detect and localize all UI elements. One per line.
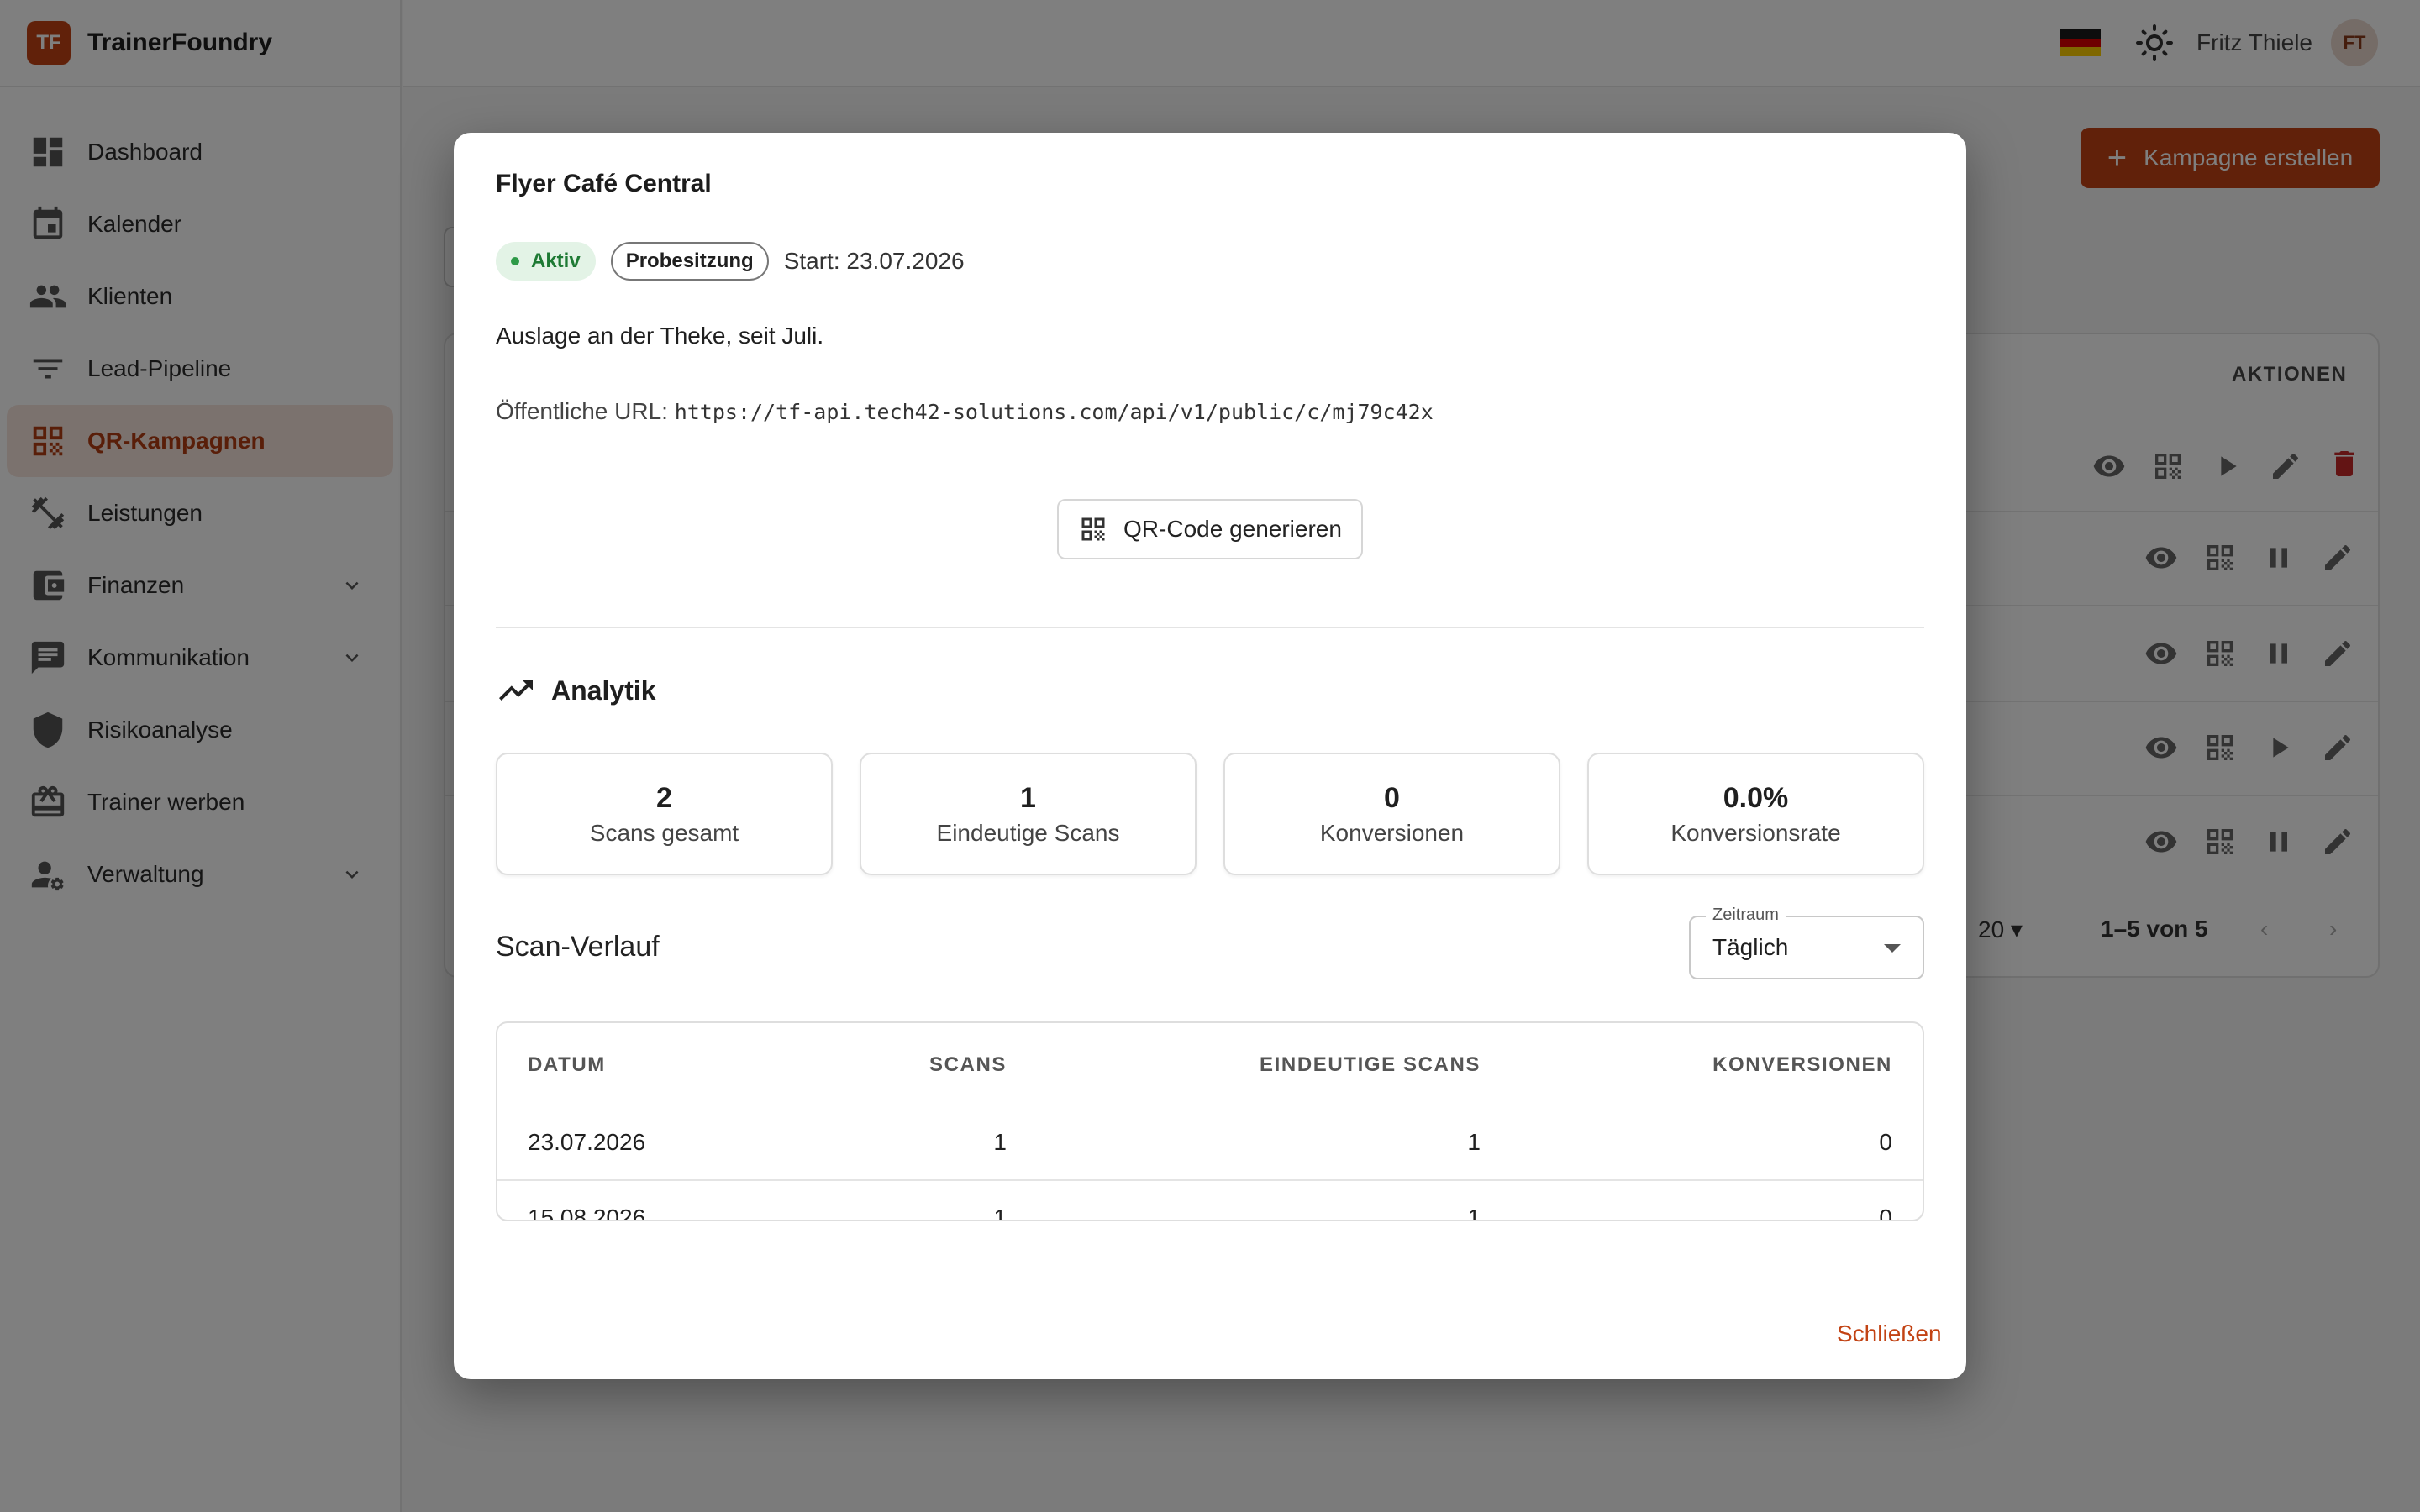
close-button[interactable]: Schließen xyxy=(1837,1320,1942,1347)
cell-conversions: 0 xyxy=(1879,1129,1892,1155)
campaign-detail-dialog: Flyer Café Central Aktiv Probesitzung St… xyxy=(454,133,1966,1379)
status-badge: Aktiv xyxy=(496,242,596,281)
row-divider xyxy=(497,1179,1923,1181)
stat-value: 1 xyxy=(1020,781,1036,814)
qr-code-icon xyxy=(1081,517,1105,541)
stat-card-total-scans: 2 Scans gesamt xyxy=(496,753,833,875)
campaign-description: Auslage an der Theke, seit Juli. xyxy=(496,323,824,349)
column-header-conversions: KONVERSIONEN xyxy=(1712,1053,1892,1076)
cell-date: 15.08.2026 xyxy=(528,1205,646,1221)
stat-card-unique-scans: 1 Eindeutige Scans xyxy=(860,753,1197,875)
stat-label: Eindeutige Scans xyxy=(936,819,1120,846)
stat-card-conversions: 0 Konversionen xyxy=(1223,753,1560,875)
divider xyxy=(496,627,1924,628)
scan-history-title: Scan-Verlauf xyxy=(496,931,660,963)
cell-conversions: 0 xyxy=(1879,1205,1892,1221)
chevron-down-icon xyxy=(1884,944,1901,953)
period-select-value: Täglich xyxy=(1712,934,1789,960)
analytics-title: Analytik xyxy=(551,675,656,706)
campaign-meta: Aktiv Probesitzung Start: 23.07.2026 xyxy=(496,242,965,281)
cell-unique-scans: 1 xyxy=(1467,1129,1481,1155)
cell-scans: 1 xyxy=(993,1205,1007,1221)
cell-scans: 1 xyxy=(993,1129,1007,1155)
category-chip: Probesitzung xyxy=(610,242,769,281)
generate-qr-button[interactable]: QR-Code generieren xyxy=(1057,499,1363,559)
column-header-unique-scans: EINDEUTIGE SCANS xyxy=(1260,1053,1481,1076)
stat-value: 0 xyxy=(1384,781,1400,814)
status-label: Aktiv xyxy=(531,249,581,272)
analytics-header: Analytik xyxy=(496,670,655,711)
column-header-scans: SCANS xyxy=(929,1053,1007,1076)
stat-label: Scans gesamt xyxy=(589,819,739,846)
cell-unique-scans: 1 xyxy=(1467,1205,1481,1221)
scan-history-table: DATUM SCANS EINDEUTIGE SCANS KONVERSIONE… xyxy=(496,1021,1924,1221)
start-date: Start: 23.07.2026 xyxy=(783,248,965,274)
stat-card-conversion-rate: 0.0% Konversionsrate xyxy=(1587,753,1924,875)
stat-label: Konversionen xyxy=(1319,819,1465,846)
public-url-label: Öffentliche URL: xyxy=(496,398,668,424)
generate-qr-label: QR-Code generieren xyxy=(1123,516,1342,542)
period-select-label: Zeitraum xyxy=(1706,906,1786,925)
trending-up-icon xyxy=(499,680,533,701)
cell-date: 23.07.2026 xyxy=(528,1129,646,1155)
stat-value: 2 xyxy=(656,781,672,814)
dialog-title: Flyer Café Central xyxy=(496,170,712,197)
column-header-date: DATUM xyxy=(528,1053,606,1076)
stat-label: Konversionsrate xyxy=(1670,819,1841,846)
public-url-row: Öffentliche URL: https://tf-api.tech42-s… xyxy=(496,398,1434,425)
public-url[interactable]: https://tf-api.tech42-solutions.com/api/… xyxy=(675,400,1434,424)
period-select[interactable]: Zeitraum Täglich xyxy=(1689,906,1924,979)
stats-grid: 2 Scans gesamt 1 Eindeutige Scans 0 Konv… xyxy=(496,753,1924,875)
status-dot-icon xyxy=(511,257,519,265)
stat-value: 0.0% xyxy=(1723,781,1789,814)
